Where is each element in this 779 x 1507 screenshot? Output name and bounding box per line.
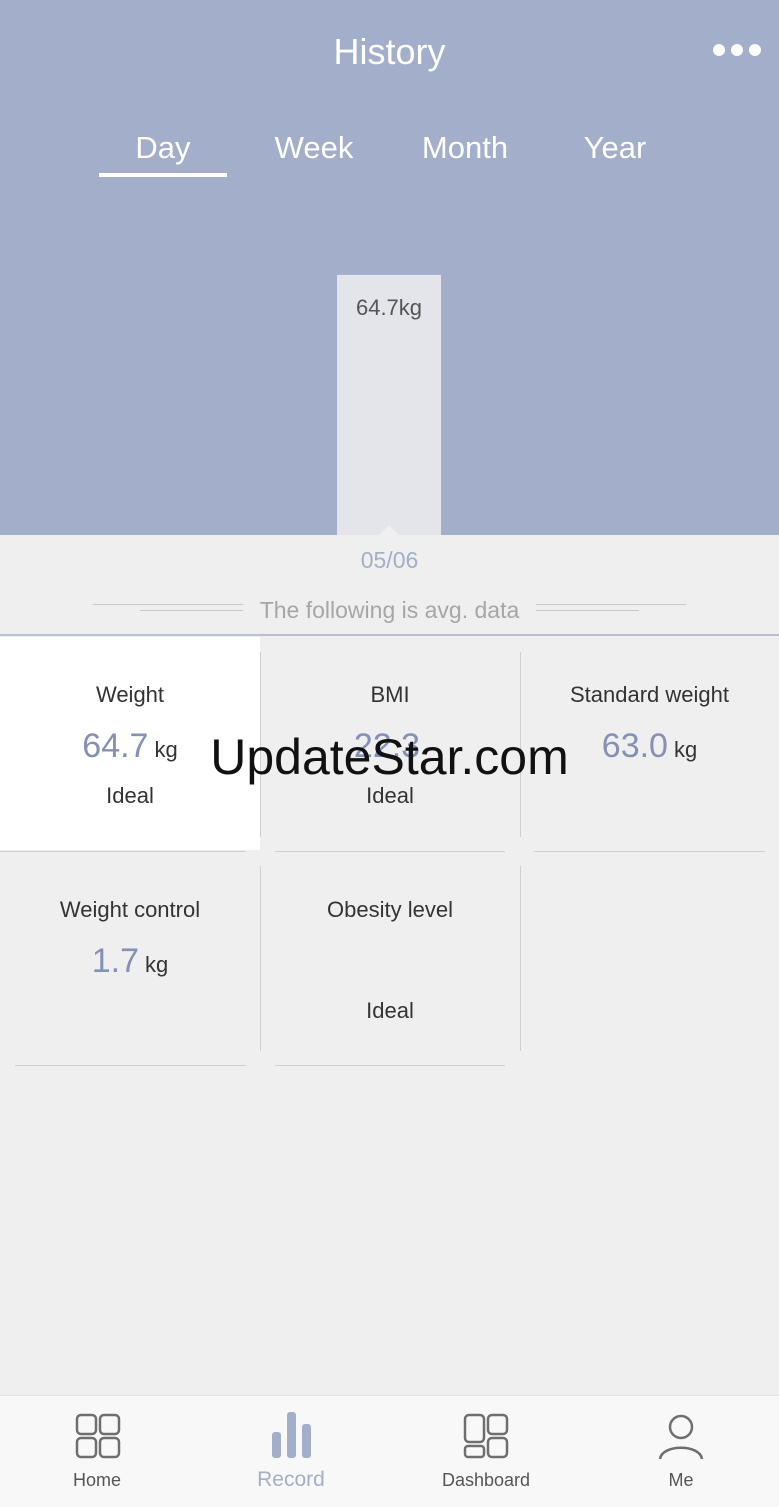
grid-line: [534, 851, 765, 852]
person-icon: [658, 1414, 704, 1460]
nav-me[interactable]: Me: [584, 1396, 778, 1507]
grid-line: [0, 851, 246, 852]
chart-bar-label: 64.7kg: [356, 295, 422, 320]
grid-line: [260, 866, 261, 1051]
nav-dashboard[interactable]: Dashboard: [389, 1396, 583, 1507]
metric-label: BMI: [370, 682, 410, 707]
metric-value: 1.7 kg: [91, 942, 169, 980]
nav-record[interactable]: Record: [194, 1396, 388, 1507]
metric-label: Weight control: [59, 897, 201, 922]
metric-label: Standard weight: [570, 682, 729, 707]
nav-label: Record: [257, 1468, 325, 1491]
metric-value: [260, 941, 520, 988]
nav-label: Home: [72, 1470, 121, 1490]
dashboard-icon: [463, 1413, 509, 1459]
chart-date-label: 05/06: [360, 547, 419, 573]
grid-line: [15, 1065, 246, 1066]
metric-obesity-level[interactable]: Obesity level Ideal: [260, 852, 520, 1065]
nav-label: Me: [668, 1470, 694, 1490]
nav-home[interactable]: Home: [0, 1396, 194, 1507]
metric-label: Obesity level: [327, 897, 453, 922]
metric-label: Weight: [95, 682, 165, 707]
metric-status: Ideal: [366, 998, 414, 1023]
grid-line: [275, 1065, 505, 1066]
home-grid-icon: [75, 1413, 121, 1459]
grid-line: [275, 851, 505, 852]
bottom-nav: Home Record Dashboard Me: [0, 1395, 779, 1507]
weight-chart: 64.7kg: [337, 274, 441, 535]
bar-chart-icon: [272, 1412, 311, 1458]
grid-line: [520, 866, 521, 1051]
watermark: UpdateStar.com: [210, 729, 569, 785]
avg-data-note: The following is avg. data: [259, 597, 520, 623]
metric-weight-control[interactable]: Weight control 1.7 kg: [0, 852, 260, 1065]
section-divider: [0, 634, 779, 636]
nav-label: Dashboard: [441, 1470, 531, 1490]
